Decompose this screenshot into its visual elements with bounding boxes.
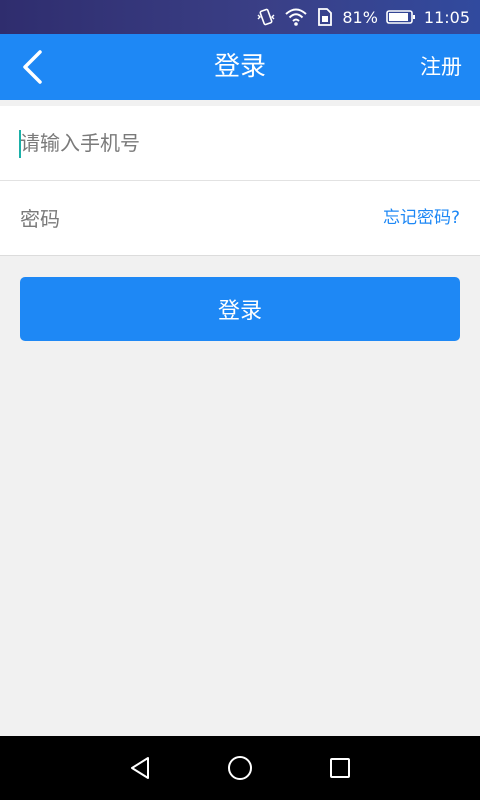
battery-percent: 81% bbox=[342, 7, 378, 27]
forgot-password-link[interactable]: 忘记密码? bbox=[383, 203, 460, 228]
phone-row bbox=[0, 106, 480, 181]
recents-square-icon bbox=[330, 758, 350, 778]
phone-input[interactable] bbox=[20, 123, 460, 163]
sim-icon bbox=[316, 7, 334, 27]
system-nav-bar bbox=[0, 736, 480, 800]
back-triangle-icon bbox=[131, 757, 149, 779]
nav-recents-button[interactable] bbox=[320, 748, 360, 788]
app-bar: 登录 注册 bbox=[0, 34, 480, 100]
page-title: 登录 bbox=[213, 52, 266, 82]
nav-back-button[interactable] bbox=[120, 748, 160, 788]
status-bar: 81% 11:05 bbox=[0, 0, 480, 34]
nav-home-button[interactable] bbox=[220, 748, 260, 788]
text-caret bbox=[19, 130, 21, 158]
home-circle-icon bbox=[228, 756, 252, 780]
password-row: 忘记密码? bbox=[0, 181, 480, 256]
clock: 11:05 bbox=[423, 7, 470, 27]
register-link[interactable]: 注册 bbox=[420, 34, 462, 100]
wifi-icon bbox=[284, 7, 308, 27]
password-input[interactable] bbox=[20, 198, 383, 239]
login-button[interactable]: 登录 bbox=[20, 277, 460, 341]
vibrate-icon bbox=[256, 7, 276, 27]
login-form: 忘记密码? bbox=[0, 106, 480, 256]
battery-icon bbox=[386, 9, 416, 25]
